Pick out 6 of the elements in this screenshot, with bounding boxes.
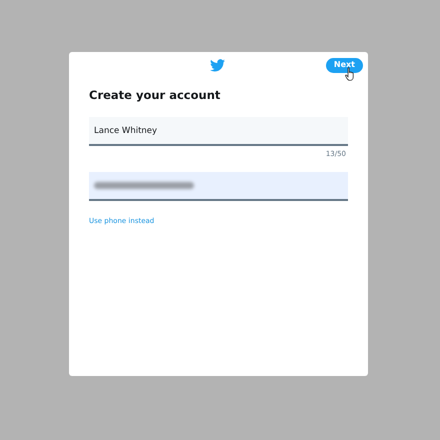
hand-cursor-icon bbox=[345, 67, 355, 81]
name-field[interactable]: Lance Whitney bbox=[89, 117, 348, 146]
email-field[interactable] bbox=[89, 172, 348, 201]
next-button[interactable]: Next bbox=[326, 58, 363, 73]
form-title: Create your account bbox=[89, 87, 222, 104]
bird-logo-icon bbox=[210, 59, 225, 72]
